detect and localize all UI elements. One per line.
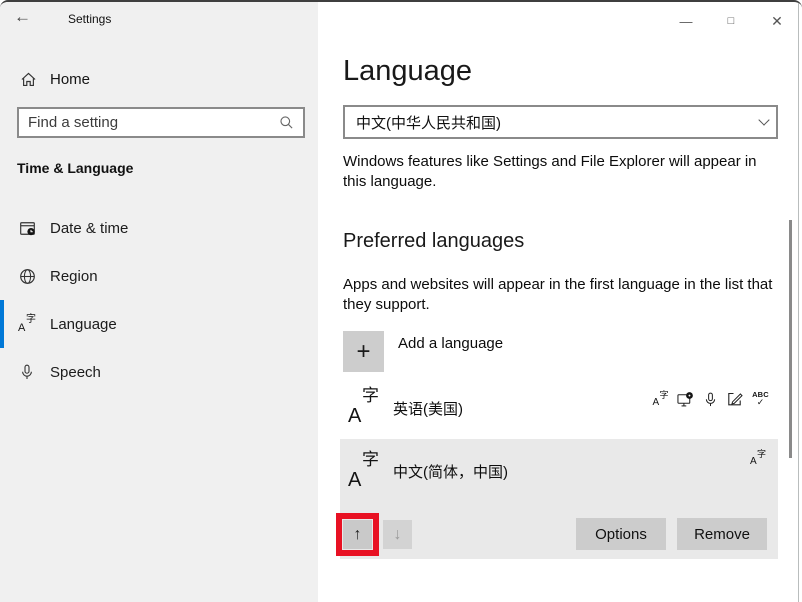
sidebar-item-label: Region bbox=[50, 268, 98, 285]
sidebar-section-heading: Time & Language bbox=[17, 160, 133, 176]
sidebar: ← Settings Home Time & Language Date & t… bbox=[0, 2, 318, 602]
sidebar-item-region[interactable]: Region bbox=[0, 252, 318, 300]
remove-button[interactable]: Remove bbox=[677, 518, 767, 550]
globe-icon bbox=[18, 267, 36, 285]
sidebar-item-home[interactable]: Home bbox=[0, 60, 318, 98]
language-row-english[interactable]: A字 英语(美国) A字 ABC✓ bbox=[340, 384, 778, 434]
language-icon: A字 bbox=[348, 451, 379, 495]
language-name: 中文(简体，中国) bbox=[393, 461, 508, 482]
window-right-edge bbox=[798, 2, 799, 602]
basic-typing-icon: ABC✓ bbox=[752, 390, 769, 408]
sidebar-item-label: Language bbox=[50, 316, 117, 333]
display-language-icon: A字 bbox=[750, 450, 766, 472]
text-to-speech-icon bbox=[677, 390, 694, 408]
search-box bbox=[17, 107, 305, 138]
speech-icon bbox=[702, 390, 719, 408]
preferred-languages-heading: Preferred languages bbox=[343, 230, 524, 253]
search-input[interactable] bbox=[19, 114, 279, 131]
settings-window: ← Settings Home Time & Language Date & t… bbox=[0, 0, 802, 602]
page-title: Language bbox=[343, 55, 472, 88]
microphone-icon bbox=[18, 363, 36, 381]
app-title: Settings bbox=[68, 12, 111, 26]
back-icon[interactable]: ← bbox=[14, 7, 31, 27]
calendar-clock-icon bbox=[18, 219, 36, 237]
sidebar-item-label: Date & time bbox=[50, 220, 128, 237]
sidebar-item-speech[interactable]: Speech bbox=[0, 348, 318, 396]
close-button[interactable]: ✕ bbox=[761, 9, 793, 33]
home-icon bbox=[20, 71, 37, 88]
plus-icon: + bbox=[356, 338, 370, 366]
options-button[interactable]: Options bbox=[576, 518, 666, 550]
maximize-button[interactable]: □ bbox=[715, 9, 747, 33]
preferred-languages-description: Apps and websites will appear in the fir… bbox=[343, 275, 783, 315]
handwriting-icon bbox=[727, 390, 744, 408]
move-down-button[interactable]: ↓ bbox=[383, 520, 412, 549]
sidebar-item-language[interactable]: A字 Language bbox=[0, 300, 318, 348]
display-language-value: 中文(中华人民共和国) bbox=[356, 112, 501, 133]
search-icon[interactable] bbox=[279, 115, 294, 130]
move-up-button[interactable]: ↑ bbox=[343, 520, 372, 549]
scrollbar-thumb[interactable] bbox=[789, 220, 792, 458]
sidebar-item-date-time[interactable]: Date & time bbox=[0, 204, 318, 252]
display-language-description: Windows features like Settings and File … bbox=[343, 152, 783, 192]
sidebar-item-label: Home bbox=[50, 71, 90, 88]
sidebar-item-label: Speech bbox=[50, 364, 101, 381]
language-name: 英语(美国) bbox=[393, 398, 463, 419]
add-language-label: Add a language bbox=[398, 335, 503, 352]
language-icon: A字 bbox=[348, 387, 379, 431]
language-icon: A字 bbox=[18, 315, 36, 333]
add-language-button[interactable]: + bbox=[343, 331, 384, 372]
chevron-down-icon bbox=[758, 114, 769, 125]
minimize-button[interactable]: — bbox=[670, 9, 702, 33]
display-language-icon: A字 bbox=[652, 390, 669, 408]
display-language-dropdown[interactable]: 中文(中华人民共和国) bbox=[343, 105, 778, 139]
selected-accent-bar bbox=[0, 300, 4, 348]
language-feature-icons: A字 ABC✓ bbox=[652, 390, 769, 408]
